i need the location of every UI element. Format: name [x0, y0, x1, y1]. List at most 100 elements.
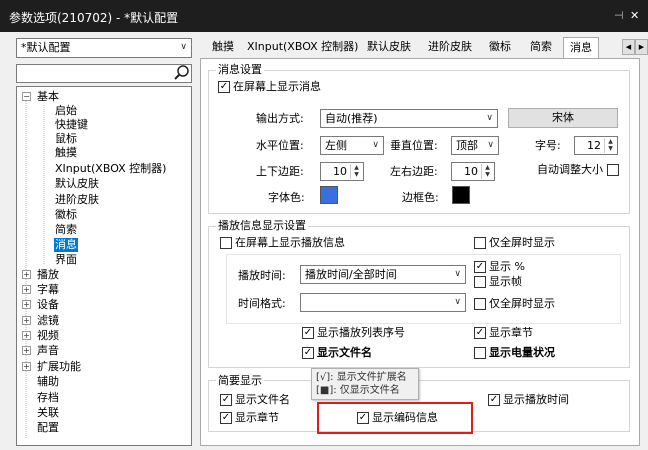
show-play-info-label: 在屏幕上显示播放信息 [235, 236, 345, 249]
play-time-select-value: 播放时间/全部时间 [305, 268, 397, 281]
search-icon[interactable] [174, 64, 190, 81]
show-battery-label: 显示电量状况 [489, 346, 555, 359]
tree-item-label: 播放 [37, 268, 59, 281]
summary-title: 简要显示 [216, 374, 264, 387]
chevron-down-icon: ∨ [372, 140, 379, 150]
output-select-value: 自动(推荐) [325, 112, 378, 125]
profile-select-value: *默认配置 [21, 41, 71, 54]
play-time-label: 播放时间: [238, 269, 286, 282]
tree-item-label: 启始 [55, 104, 77, 117]
tb-margin-spinner[interactable]: 10 ▲ ▼ [320, 162, 364, 181]
font-size-spinner[interactable]: 12 ▲ ▼ [574, 136, 618, 155]
summary-chapter-checkbox[interactable]: ✓ [220, 412, 232, 424]
spin-arrows-icon[interactable]: ▲ ▼ [604, 138, 616, 153]
msg-settings-title: 消息设置 [216, 63, 264, 76]
spin-arrows-icon[interactable]: ▲ ▼ [350, 164, 362, 179]
close-icon[interactable]: ✕ [630, 9, 639, 22]
window-title: 参数选项(210702) - *默认配置 [9, 11, 179, 25]
tree-item-label: 扩展功能 [37, 360, 81, 373]
lr-margin-value: 10 [464, 165, 478, 178]
show-frame-checkbox[interactable] [474, 276, 486, 288]
output-label: 输出方式: [256, 112, 304, 125]
expand-icon[interactable]: + [22, 331, 31, 340]
search-input[interactable] [16, 64, 192, 83]
expand-icon[interactable]: + [22, 300, 31, 309]
settings-tree[interactable]: − 基本 启始 快捷键 鼠标 触摸 XInput(XBOX 控制器) 默认皮肤 进阶皮肤 徽标 简索… [16, 86, 192, 446]
output-select[interactable]: 自动(推荐) ∨ [320, 109, 498, 128]
tree-item-label: 简索 [55, 223, 77, 236]
fullscreen-only2-label: 仅全屏时显示 [489, 297, 555, 310]
font-size-value: 12 [587, 139, 601, 152]
expand-icon[interactable]: + [22, 362, 31, 371]
highlight-box [317, 402, 473, 434]
border-color-swatch[interactable] [452, 186, 470, 204]
fullscreen-only2-checkbox[interactable] [474, 298, 486, 310]
profile-select[interactable]: *默认配置 ∨ [16, 38, 192, 58]
tree-item-label: 徽标 [55, 208, 77, 221]
tab-touch[interactable]: 触摸 [206, 37, 240, 58]
show-filename-checkbox[interactable]: ✓ [302, 347, 314, 359]
tb-margin-value: 10 [333, 165, 347, 178]
time-format-label: 时间格式: [238, 297, 286, 310]
tooltip-line-1: [√]: 显示文件扩展名 [316, 372, 407, 383]
tree-item-label: 滤镜 [37, 314, 59, 327]
expand-icon[interactable]: + [22, 316, 31, 325]
expand-icon[interactable]: + [22, 270, 31, 279]
chevron-down-icon: ∨ [180, 42, 187, 52]
summary-filename-label: 显示文件名 [235, 393, 290, 406]
show-playlist-no-checkbox[interactable]: ✓ [302, 327, 314, 339]
fullscreen-only-checkbox[interactable] [474, 237, 486, 249]
tree-item-label: 配置 [37, 421, 59, 434]
tab-xinput[interactable]: XInput(XBOX 控制器) [247, 37, 358, 58]
tab-default-skin[interactable]: 默认皮肤 [362, 37, 416, 58]
tree-item-label: 关联 [37, 406, 59, 419]
tab-logo[interactable]: 徽标 [485, 37, 515, 58]
tb-margin-label: 上下边距: [256, 165, 304, 178]
tab-advanced-skin[interactable]: 进阶皮肤 [423, 37, 477, 58]
collapse-icon[interactable]: − [22, 92, 31, 101]
chevron-down-icon: ∨ [454, 297, 461, 307]
show-percent-checkbox[interactable]: ✓ [474, 261, 486, 273]
hpos-select-value: 左侧 [325, 139, 347, 152]
tree-item-label: 界面 [55, 253, 77, 266]
autosize-checkbox[interactable] [607, 164, 619, 176]
font-size-label: 字号: [535, 139, 561, 152]
show-frame-label: 显示帧 [489, 275, 522, 288]
summary-play-time-checkbox[interactable]: ✓ [488, 394, 500, 406]
show-chapter-checkbox[interactable]: ✓ [474, 327, 486, 339]
show-msg-checkbox[interactable]: ✓ [218, 81, 230, 93]
title-bar: 参数选项(210702) - *默认配置 ⊣ ✕ [0, 0, 648, 32]
chevron-down-icon: ∨ [486, 113, 493, 123]
time-format-select[interactable]: ∨ [300, 293, 466, 312]
font-button[interactable]: 宋体 [508, 108, 618, 128]
expand-icon[interactable]: + [22, 285, 31, 294]
show-playlist-no-label: 显示播放列表序号 [317, 326, 405, 339]
play-time-select[interactable]: 播放时间/全部时间 ∨ [300, 265, 466, 284]
summary-chapter-label: 显示章节 [235, 411, 279, 424]
lr-margin-spinner[interactable]: 10 ▲ ▼ [451, 162, 495, 181]
filename-tooltip: [√]: 显示文件扩展名 [■]: 仅显示文件名 [311, 368, 419, 400]
tree-item-label: 辅助 [37, 375, 59, 388]
tree-item-label: 鼠标 [55, 132, 77, 145]
summary-filename-checkbox[interactable]: ✓ [220, 394, 232, 406]
tree-item-label: 设备 [37, 298, 59, 311]
spin-arrows-icon[interactable]: ▲ ▼ [481, 164, 493, 179]
tab-scroll-left-button[interactable]: ◀ [622, 39, 635, 55]
show-battery-checkbox[interactable] [474, 347, 486, 359]
tab-index[interactable]: 简索 [525, 37, 557, 58]
expand-icon[interactable]: + [22, 346, 31, 355]
show-play-info-checkbox[interactable] [220, 237, 232, 249]
tree-item-label: 默认皮肤 [55, 177, 99, 190]
font-color-swatch[interactable] [320, 186, 338, 204]
hpos-select[interactable]: 左侧 ∨ [320, 136, 384, 155]
show-filename-label: 显示文件名 [317, 346, 372, 359]
tree-item-label: 基本 [37, 90, 59, 103]
fullscreen-only-label: 仅全屏时显示 [489, 236, 555, 249]
tree-item-label: 声音 [37, 344, 59, 357]
tab-scroll-right-button[interactable]: ▶ [635, 39, 648, 55]
vpos-select[interactable]: 顶部 ∨ [451, 136, 499, 155]
pin-icon[interactable]: ⊣ [614, 9, 624, 22]
tab-message[interactable]: 消息 [563, 37, 599, 59]
tree-item-label: 触摸 [55, 146, 77, 159]
show-msg-label: 在屏幕上显示消息 [233, 80, 321, 93]
